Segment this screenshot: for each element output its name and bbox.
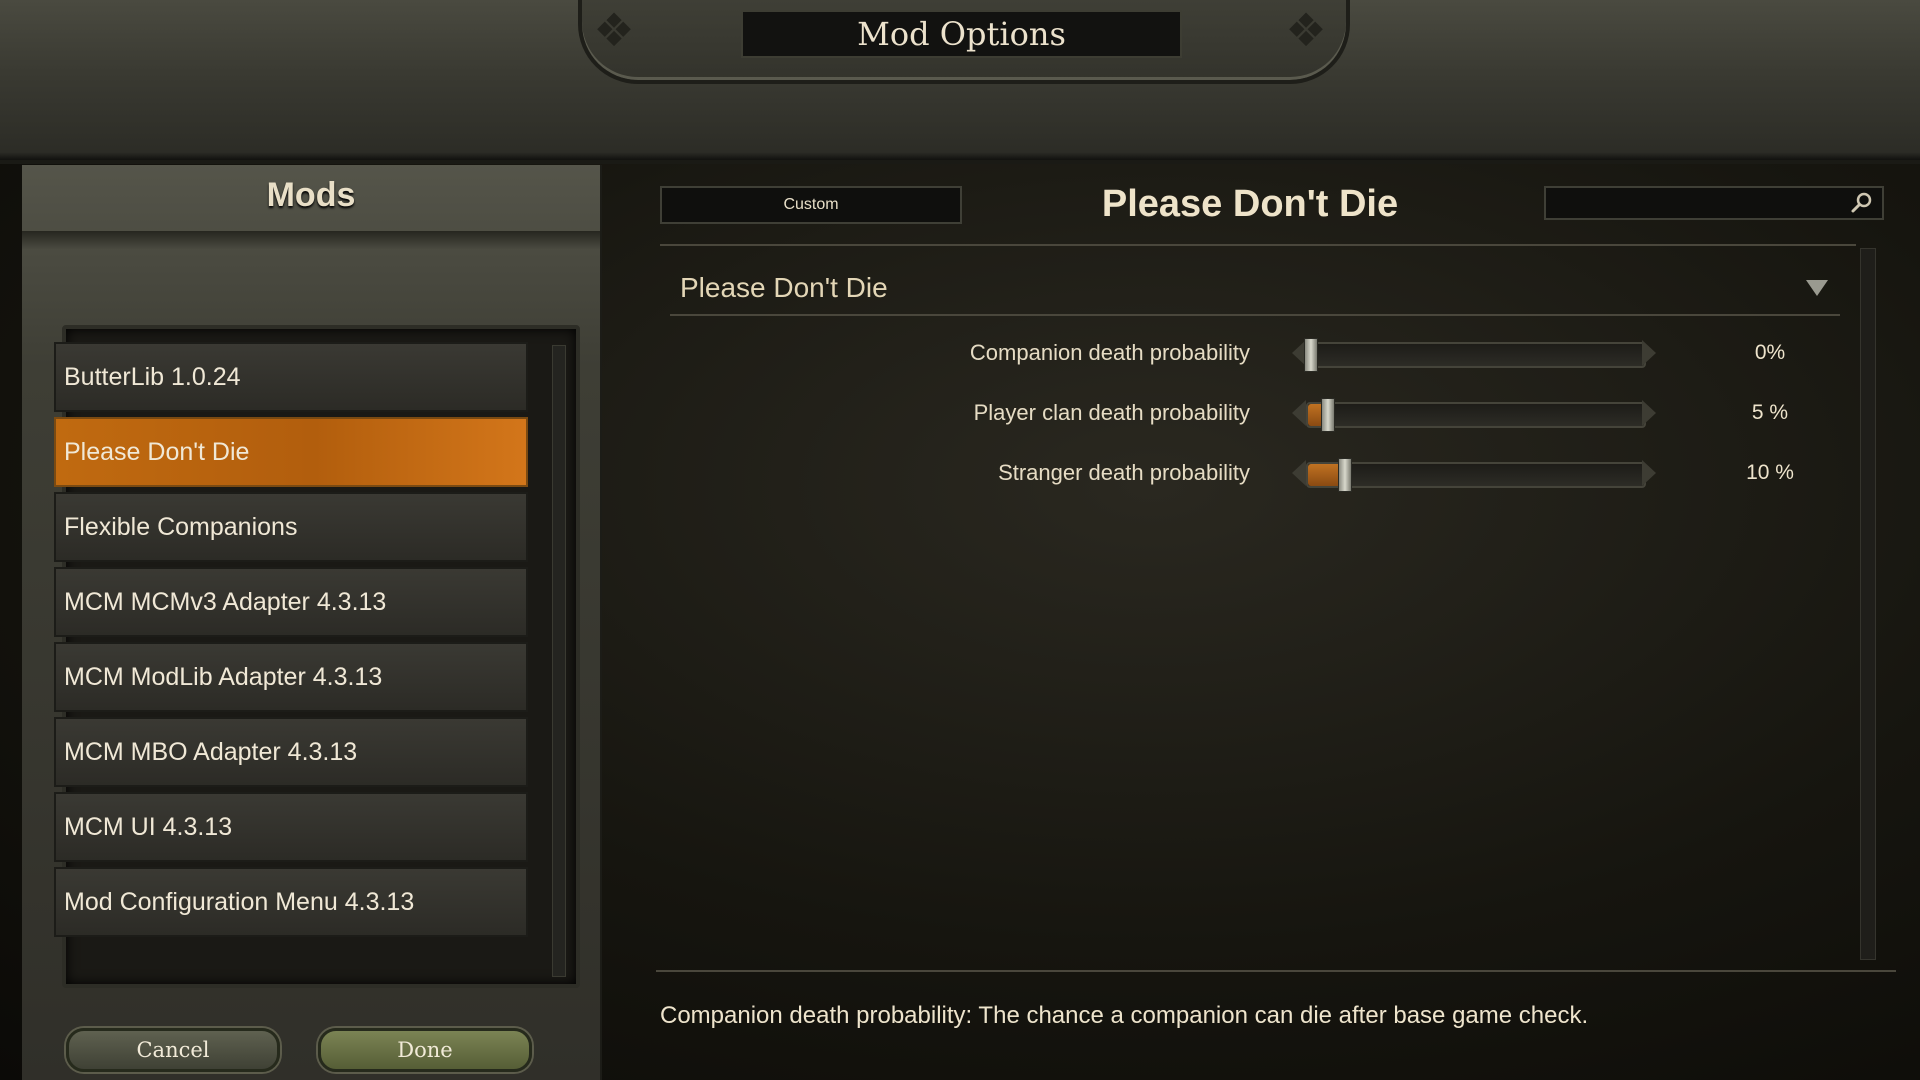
slider-track xyxy=(1306,462,1646,488)
done-button[interactable]: Done xyxy=(318,1028,532,1072)
search-icon[interactable] xyxy=(1850,191,1874,215)
slider-cap-left xyxy=(1292,400,1306,426)
group-header[interactable]: Please Don't Die xyxy=(670,266,1840,316)
search-input[interactable] xyxy=(1546,188,1848,220)
stranger-death-slider[interactable] xyxy=(1292,458,1656,492)
setting-description: Companion death probability: The chance … xyxy=(660,1002,1589,1029)
mod-title: Please Don't Die xyxy=(1101,182,1399,225)
knot-ornament-icon: ❖ xyxy=(1285,3,1327,57)
preset-dropdown[interactable]: Custom xyxy=(660,186,962,224)
group-title: Please Don't Die xyxy=(680,272,888,303)
slider-handle[interactable] xyxy=(1304,338,1318,372)
mod-item-mcm-ui[interactable]: MCM UI 4.3.13 xyxy=(54,792,528,862)
divider xyxy=(656,970,1896,972)
mod-item-please-dont-die[interactable]: Please Don't Die xyxy=(54,417,528,487)
slider-cap-right xyxy=(1642,340,1656,366)
mod-item-mcm-mcmv3-adapter[interactable]: MCM MCMv3 Adapter 4.3.13 xyxy=(54,567,528,637)
divider xyxy=(660,244,1856,246)
player-clan-death-slider[interactable] xyxy=(1292,398,1656,432)
search-field[interactable] xyxy=(1544,186,1884,220)
setting-value: 0% xyxy=(1754,341,1786,364)
mod-item-mcm-modlib-adapter[interactable]: MCM ModLib Adapter 4.3.13 xyxy=(54,642,528,712)
mod-item-mod-configuration-menu[interactable]: Mod Configuration Menu 4.3.13 xyxy=(54,867,528,937)
slider-cap-right xyxy=(1642,400,1656,426)
mod-item-butterlib[interactable]: ButterLib 1.0.24 xyxy=(54,342,528,412)
mods-header: Mods xyxy=(266,175,356,214)
mod-list-scrollbar[interactable] xyxy=(552,345,566,977)
setting-value: 5 % xyxy=(1751,401,1789,424)
triangle-down-icon[interactable] xyxy=(1806,280,1828,296)
window-title: Mod Options xyxy=(741,10,1182,58)
setting-value: 10 % xyxy=(1746,461,1794,484)
slider-cap-right xyxy=(1642,460,1656,486)
setting-label: Companion death probability xyxy=(969,340,1250,365)
divider xyxy=(22,231,600,249)
slider-handle[interactable] xyxy=(1337,458,1352,492)
setting-label: Player clan death probability xyxy=(973,400,1250,425)
knot-ornament-icon: ❖ xyxy=(593,3,635,57)
cancel-button[interactable]: Cancel xyxy=(66,1028,280,1072)
companion-death-slider[interactable] xyxy=(1292,338,1656,372)
mod-item-mcm-mbo-adapter[interactable]: MCM MBO Adapter 4.3.13 xyxy=(54,717,528,787)
settings-scrollbar[interactable] xyxy=(1860,248,1876,960)
mod-item-flexible-companions[interactable]: Flexible Companions xyxy=(54,492,528,562)
slider-cap-left xyxy=(1292,460,1306,486)
slider-track xyxy=(1306,402,1646,428)
slider-handle[interactable] xyxy=(1320,398,1335,432)
setting-label: Stranger death probability xyxy=(998,460,1250,485)
slider-track xyxy=(1306,342,1646,368)
